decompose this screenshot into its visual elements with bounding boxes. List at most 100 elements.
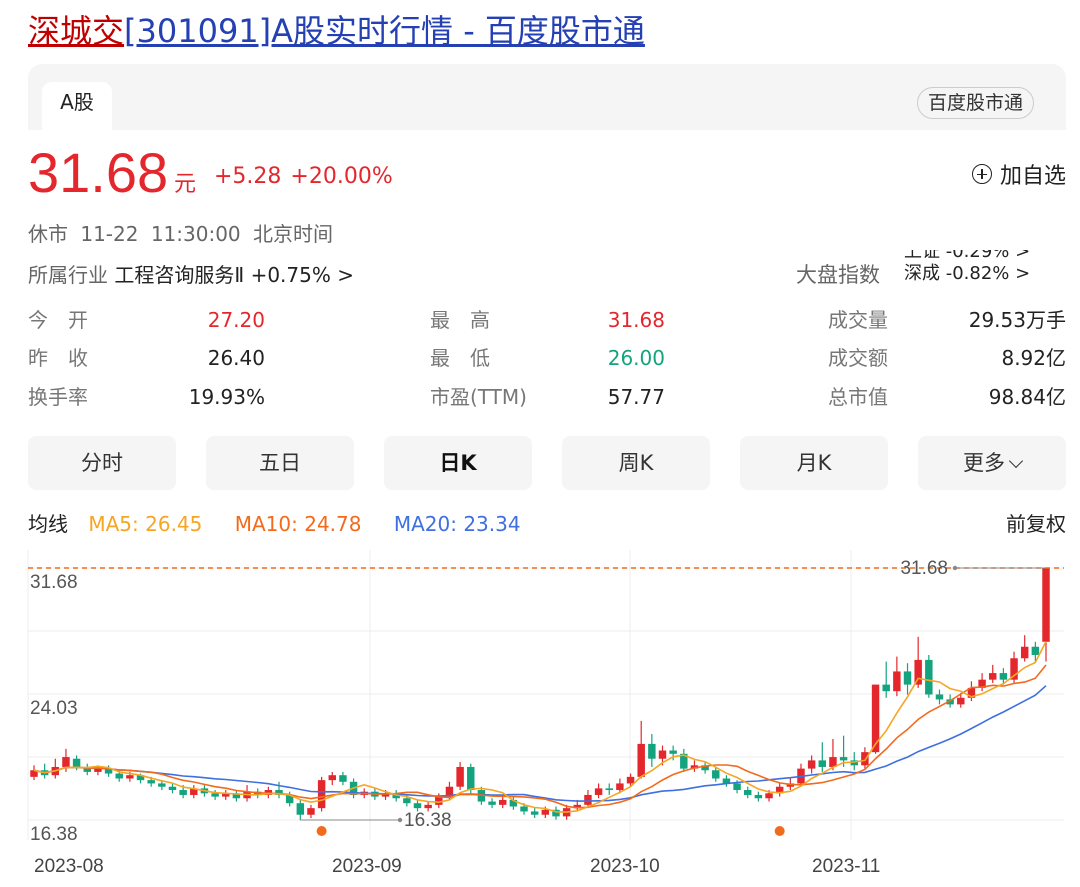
candle-body (1042, 568, 1050, 642)
x-tick-label: 2023-08 (34, 856, 104, 877)
tab-daily-k[interactable]: 日K (384, 436, 532, 490)
candle-body (520, 806, 528, 812)
index-line-sh[interactable]: 上证 -0.29% > (904, 250, 1064, 263)
candle-body (871, 684, 880, 753)
candle-body (989, 673, 997, 680)
page-title-rest-link[interactable]: [301091]A股实时行情 - 百度股市通 (124, 12, 645, 50)
candle-body (328, 775, 337, 781)
x-tick-label: 2023-11 (812, 856, 880, 877)
candle-body (307, 808, 315, 815)
tab-five-day[interactable]: 五日 (206, 436, 354, 490)
industry-arrow-icon: > (337, 263, 354, 287)
ma-legend: 均线 MA5: 26.45 MA10: 24.78 MA20: 23.34 (28, 508, 547, 537)
add-favorite-button[interactable]: 加自选 (971, 158, 1066, 190)
chevron-down-icon (1008, 453, 1024, 469)
industry-name: 工程咨询服务Ⅱ (114, 263, 245, 287)
candle-body (403, 798, 411, 804)
ma-label: 均线 (28, 512, 68, 536)
high-value: 31.68 (607, 308, 665, 332)
candle-body (594, 788, 603, 795)
candle-body (126, 775, 134, 779)
high-label: 最 高 (430, 308, 490, 332)
tab-intraday[interactable]: 分时 (28, 436, 176, 490)
y-tick-label: 24.03 (30, 698, 78, 719)
turnover-value: 19.93% (188, 385, 265, 409)
adjust-mode-button[interactable]: 前复权 (1006, 508, 1066, 537)
low-label: 最 低 (430, 346, 490, 370)
candle-body (94, 768, 102, 772)
turnover-label: 换手率 (28, 385, 88, 409)
ma20-line (33, 685, 1047, 802)
min-price-label: 16.38 (404, 810, 452, 831)
candle-body (317, 780, 326, 809)
max-pointer-dot (952, 565, 958, 571)
candle-body (115, 773, 123, 779)
candle-body (1020, 646, 1029, 659)
ma20-value: MA20: 23.34 (393, 512, 521, 536)
ma5-value: MA5: 26.45 (88, 512, 203, 536)
volume-label: 成交量 (828, 308, 888, 332)
candle-body (861, 752, 869, 766)
candle-body (435, 796, 443, 805)
max-price-label: 31.68 (900, 558, 948, 579)
candle-body (179, 790, 187, 795)
candle-body (147, 780, 155, 784)
candle-body (296, 803, 305, 815)
brand-pill-button[interactable]: 百度股市通 (916, 87, 1034, 119)
candle-body (839, 757, 848, 761)
candle-body (882, 684, 890, 692)
tab-weekly-k[interactable]: 周K (562, 436, 710, 490)
candle-body (413, 803, 422, 809)
candle-body (957, 697, 965, 705)
stock-name-link[interactable]: 深城交 (28, 12, 124, 50)
industry-label: 所属行业 (28, 263, 108, 287)
candle-body (712, 770, 720, 779)
chart-labels: 31.68 16.38 31.68 24.03 16.38 2023-08 2023-09 2… (28, 558, 1064, 877)
candle-body (339, 775, 347, 782)
ma5-line (33, 641, 1047, 813)
candle-body (530, 811, 539, 815)
page-title-link[interactable]: 深城交[301091]A股实时行情 - 百度股市通 (28, 8, 645, 54)
kline-chart[interactable]: 31.68 16.38 31.68 24.03 16.38 2023-08 2023-09 2… (0, 540, 1080, 887)
prev-close-value: 26.40 (207, 346, 265, 370)
pe-label: 市盈(TTM) (430, 385, 527, 409)
index-line-sz[interactable]: 深成 -0.82% > (904, 263, 1064, 285)
tab-monthly-k[interactable]: 月K (740, 436, 888, 490)
candle-body (424, 804, 432, 809)
candle-body (658, 750, 667, 759)
candle-body (168, 786, 177, 791)
tab-more[interactable]: 更多 (918, 436, 1066, 490)
quote-card-header: A股 百度股市通 (28, 64, 1066, 130)
y-tick-label: 16.38 (30, 824, 78, 845)
candle-body (72, 758, 81, 767)
pe-value: 57.77 (607, 385, 665, 409)
candle-body (754, 794, 763, 799)
add-circle-icon (971, 164, 992, 184)
prev-close-label: 昨 收 (28, 346, 88, 370)
mktcap-value: 98.84亿 (988, 385, 1066, 409)
ma-lines-group (33, 641, 1047, 813)
industry-link[interactable]: 所属行业 工程咨询服务Ⅱ +0.75% > (28, 259, 354, 288)
tab-more-label: 更多 (963, 451, 1005, 475)
tab-a-share[interactable]: A股 (42, 82, 112, 130)
candle-body (925, 659, 933, 695)
ma10-value: MA10: 24.78 (234, 512, 362, 536)
open-label: 今 开 (28, 308, 88, 332)
candle-body (733, 783, 741, 791)
candle-body (158, 783, 166, 787)
candle-body (807, 760, 816, 769)
index-ticker[interactable]: 上证 -0.29% > 深成 -0.82% > (904, 250, 1064, 286)
amount-value: 8.92亿 (1001, 346, 1066, 370)
candle-body (765, 793, 773, 799)
y-tick-label: 31.68 (30, 572, 78, 593)
candle-body (669, 750, 677, 754)
min-pointer-dot (397, 817, 403, 823)
market-status: 休市 11-22 11:30:00 北京时间 (28, 218, 333, 247)
candle-body (999, 673, 1008, 680)
low-value: 26.00 (607, 346, 665, 370)
x-tick-label: 2023-09 (332, 856, 402, 877)
volume-value: 29.53万手 (968, 308, 1066, 332)
change-value: +5.28 (214, 164, 282, 189)
candle-body (456, 766, 464, 787)
candle-body (541, 809, 550, 815)
